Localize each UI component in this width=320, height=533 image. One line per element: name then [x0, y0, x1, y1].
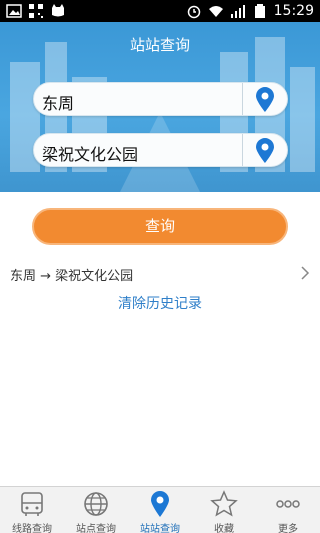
field-divider: [242, 83, 243, 115]
wifi-icon: [208, 6, 223, 17]
nav-item-station-to-station[interactable]: 站站查询: [128, 487, 192, 533]
start-station-field[interactable]: 东周: [33, 82, 288, 116]
nav-item-label: 收藏: [214, 524, 234, 533]
status-time: 15:29: [273, 3, 314, 19]
nav-item-label: 更多: [278, 524, 298, 533]
cat-app-icon: [52, 4, 64, 17]
globe-icon: [84, 492, 108, 516]
location-pin-icon: [151, 491, 169, 517]
page-title: 站站查询: [129, 36, 190, 54]
field-divider: [242, 134, 243, 166]
bus-icon: [21, 492, 43, 516]
search-header: 站站查询 东周 梁祝文化公园: [0, 22, 320, 192]
status-bar: 15:29: [0, 0, 320, 22]
clear-history-link[interactable]: 清除历史记录: [0, 293, 320, 313]
nav-item-more[interactable]: 更多: [256, 487, 320, 533]
query-button[interactable]: 查询: [32, 208, 288, 245]
nav-item-route-query[interactable]: 线路查询: [0, 487, 64, 533]
start-station-input[interactable]: 东周: [42, 90, 74, 114]
chevron-right-icon: [301, 266, 310, 280]
end-station-field[interactable]: 梁祝文化公园: [33, 133, 288, 167]
star-icon: [210, 490, 238, 517]
alarm-icon: [187, 5, 200, 19]
nav-item-label: 站点查询: [76, 524, 116, 533]
signal-icon: [230, 5, 245, 18]
battery-icon: [254, 4, 265, 18]
bottom-navigation: 线路查询 站点查询 站站查询 收藏 更多: [0, 486, 320, 533]
nav-item-stop-query[interactable]: 站点查询: [64, 487, 128, 533]
history-item-label: 东周 → 梁祝文化公园: [10, 269, 134, 284]
nav-item-label: 线路查询: [12, 524, 52, 533]
qr-code-icon: [29, 4, 43, 18]
history-item[interactable]: 东周 → 梁祝文化公园: [0, 262, 320, 284]
more-icon: [276, 500, 300, 508]
nav-item-favorites[interactable]: 收藏: [192, 487, 256, 533]
image-notification-icon: [6, 4, 22, 18]
location-pin-icon[interactable]: [253, 138, 277, 164]
nav-item-label: 站站查询: [140, 524, 180, 533]
end-station-input[interactable]: 梁祝文化公园: [42, 141, 138, 165]
location-pin-icon[interactable]: [253, 87, 277, 113]
